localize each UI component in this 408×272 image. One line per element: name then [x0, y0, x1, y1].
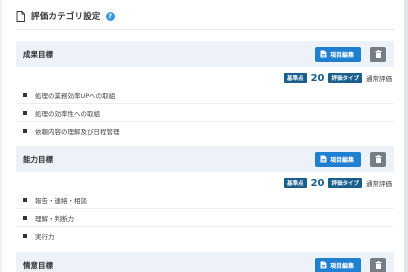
edit-items-label: 項目編集: [329, 262, 354, 270]
bullet-icon: [23, 234, 27, 238]
scrollbar[interactable]: [404, 0, 408, 272]
document-edit-icon: [320, 50, 327, 58]
category-meta: 基準点 20 評価タイプ 通常評価: [16, 176, 394, 190]
bullet-icon: [23, 92, 27, 97]
document-icon: [16, 10, 25, 22]
basic-points-value: 20: [310, 177, 325, 189]
document-edit-icon: [320, 155, 327, 163]
item-text: 理解・判断力: [35, 214, 74, 223]
basic-points-value: 20: [310, 72, 325, 84]
category-section: 情意目標 項目編集: [16, 252, 394, 272]
eval-type-value: 通常評価: [366, 180, 392, 188]
list-item: 実行力: [16, 227, 394, 245]
eval-type-badge: 評価タイプ: [328, 73, 362, 83]
delete-button[interactable]: [370, 151, 386, 167]
list-item: 依頼内容の理解及び日程管理: [16, 122, 394, 140]
list-item: 理解・判断力: [16, 209, 394, 227]
edit-items-button[interactable]: 項目編集: [314, 257, 361, 272]
edit-items-button[interactable]: 項目編集: [314, 46, 361, 62]
category-header: 成果目標 項目編集: [16, 41, 394, 67]
list-item: 処理の効率性への取組: [16, 104, 394, 122]
category-name: 成果目標: [23, 49, 53, 59]
document-edit-icon: [320, 261, 327, 269]
category-section: 能力目標 項目編集 基準点 20 評価タイプ 通常評価 報告・連絡・相談 理解・…: [16, 146, 394, 245]
edit-items-label: 項目編集: [329, 51, 354, 59]
eval-type-badge: 評価タイプ: [328, 178, 362, 188]
page-header: 評価カテゴリ設定 ?: [16, 8, 115, 24]
edit-items-label: 項目編集: [329, 156, 354, 164]
list-item: 報告・連絡・相談: [16, 191, 394, 209]
bullet-icon: [23, 197, 27, 202]
category-name: 能力目標: [23, 154, 53, 164]
item-text: 依頼内容の理解及び日程管理: [35, 128, 120, 136]
item-text: 実行力: [35, 233, 55, 241]
item-text: 報告・連絡・相談: [35, 196, 87, 205]
category-section: 成果目標 項目編集 基準点 20 評価タイプ 通常評価 処理の業務効率UPへの取…: [16, 41, 394, 140]
bullet-icon: [23, 215, 27, 220]
trash-icon: [375, 261, 381, 269]
item-list: 処理の業務効率UPへの取組 処理の効率性への取組 依頼内容の理解及び日程管理: [16, 86, 394, 140]
delete-button[interactable]: [370, 257, 386, 272]
item-list: 報告・連絡・相談 理解・判断力 実行力: [16, 191, 394, 245]
delete-button[interactable]: [370, 46, 386, 62]
category-name: 情意目標: [23, 260, 53, 270]
category-header: 情意目標 項目編集: [16, 252, 394, 272]
category-header: 能力目標 項目編集: [16, 146, 394, 172]
trash-icon: [375, 50, 381, 58]
edit-items-button[interactable]: 項目編集: [314, 151, 361, 167]
help-icon[interactable]: ?: [105, 11, 115, 21]
item-text: 処理の効率性への取組: [35, 109, 100, 118]
header-divider: [16, 29, 394, 30]
page: 評価カテゴリ設定 ? 成果目標 項目編集 基準点 20 評価タイプ 通常評価 処…: [2, 0, 404, 272]
eval-type-value: 通常評価: [366, 75, 392, 83]
list-item: 処理の業務効率UPへの取組: [16, 86, 394, 104]
bullet-icon: [23, 129, 27, 133]
basic-points-badge: 基準点: [284, 73, 307, 83]
item-text: 処理の業務効率UPへの取組: [35, 91, 116, 100]
bullet-icon: [23, 110, 27, 115]
page-title: 評価カテゴリ設定: [31, 12, 101, 22]
category-meta: 基準点 20 評価タイプ 通常評価: [16, 71, 394, 85]
basic-points-badge: 基準点: [284, 178, 307, 188]
trash-icon: [375, 155, 381, 163]
